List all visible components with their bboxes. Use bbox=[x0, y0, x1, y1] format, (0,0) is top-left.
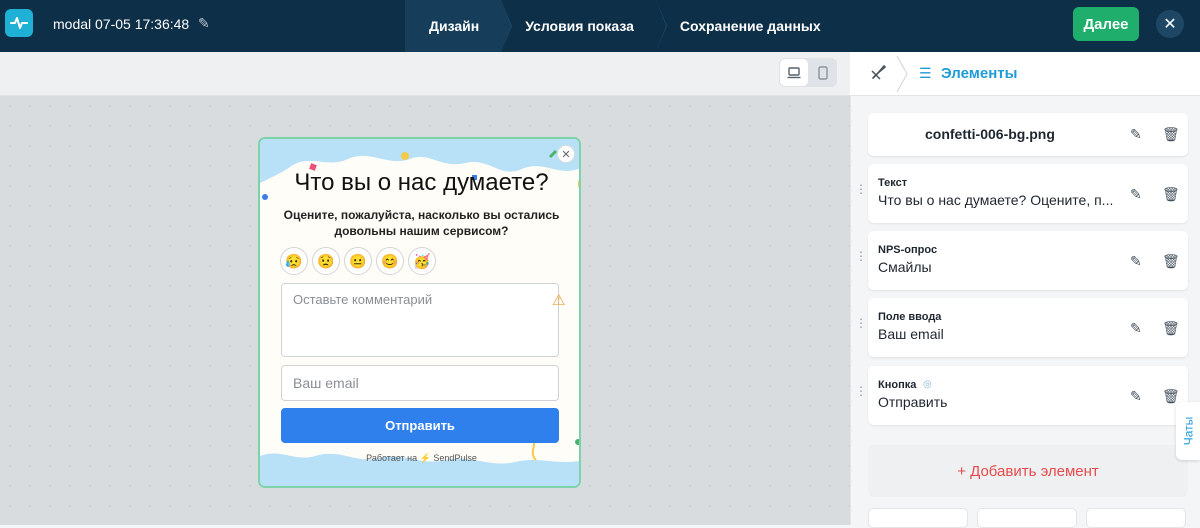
smile-very-sad[interactable]: 😥 bbox=[280, 247, 308, 275]
delete-trash-icon[interactable]: 🗑 bbox=[1162, 186, 1180, 203]
warning-icon: ⚠ bbox=[552, 292, 566, 309]
step-design[interactable]: Дизайн bbox=[405, 0, 512, 52]
nps-smiles: 😥 😟 😐 😊 🥳 bbox=[280, 247, 436, 275]
rename-pencil-icon[interactable]: ✎ bbox=[198, 15, 210, 32]
element-card-button[interactable]: Кнопка ◎ Отправить ✎ 🗑 bbox=[868, 366, 1188, 425]
element-card-background[interactable]: confetti-006-bg.png ✎ 🗑 bbox=[868, 113, 1188, 156]
edit-pencil-icon[interactable]: ✎ bbox=[1130, 253, 1142, 270]
element-value: Смайлы bbox=[878, 259, 932, 275]
element-type-grid bbox=[868, 508, 1188, 528]
comment-textarea[interactable]: Оставьте комментарий bbox=[281, 283, 559, 357]
document-title: modal 07-05 17:36:48 bbox=[53, 16, 190, 32]
design-brush-icon[interactable] bbox=[870, 63, 890, 83]
app-logo[interactable] bbox=[5, 9, 33, 37]
element-value: Что вы о нас думаете? Оцените, п... bbox=[878, 192, 1114, 208]
element-value: confetti-006-bg.png bbox=[925, 126, 1055, 142]
element-type: Поле ввода bbox=[878, 311, 942, 323]
add-element-button[interactable]: + Добавить элемент bbox=[868, 445, 1188, 497]
edit-pencil-icon[interactable]: ✎ bbox=[1130, 186, 1142, 203]
element-type-tile[interactable] bbox=[1086, 508, 1186, 528]
element-card-input[interactable]: Поле ввода Ваш email ✎ 🗑 bbox=[868, 298, 1188, 357]
mobile-view-icon[interactable] bbox=[809, 59, 836, 86]
chats-label: Чаты bbox=[1181, 416, 1195, 446]
wizard-steps: Дизайн Условия показа Сохранение данных bbox=[405, 0, 853, 52]
popup-preview[interactable]: ✕ Что вы о нас думаете? Оцените, пожалуй… bbox=[258, 137, 581, 488]
next-button[interactable]: Далее bbox=[1073, 7, 1139, 41]
delete-trash-icon[interactable]: 🗑 bbox=[1162, 320, 1180, 337]
popup-close-icon[interactable]: ✕ bbox=[557, 145, 575, 163]
drag-handle-icon[interactable]: ⋮⋮ bbox=[855, 183, 878, 200]
element-type: Текст bbox=[878, 177, 908, 189]
element-value: Ваш email bbox=[878, 326, 944, 342]
top-bar: modal 07-05 17:36:48 ✎ Дизайн Условия по… bbox=[0, 0, 1200, 52]
smile-happy[interactable]: 😊 bbox=[376, 247, 404, 275]
drag-handle-icon[interactable]: ⋮⋮ bbox=[855, 250, 878, 267]
element-card-text[interactable]: Текст Что вы о нас думаете? Оцените, п..… bbox=[868, 164, 1188, 223]
close-icon[interactable]: ✕ bbox=[1156, 10, 1184, 38]
canvas-toolbar bbox=[0, 52, 850, 96]
submit-button[interactable]: Отправить bbox=[281, 408, 559, 443]
delete-trash-icon[interactable]: 🗑 bbox=[1162, 253, 1180, 270]
desktop-view-icon[interactable] bbox=[780, 59, 808, 86]
smile-party[interactable]: 🥳 bbox=[408, 247, 436, 275]
smile-sad[interactable]: 😟 bbox=[312, 247, 340, 275]
popup-subtitle: Оцените, пожалуйста, насколько вы остали… bbox=[283, 208, 560, 238]
element-value: Отправить bbox=[878, 394, 948, 410]
drag-handle-icon[interactable]: ⋮⋮ bbox=[855, 385, 878, 402]
smile-neutral[interactable]: 😐 bbox=[344, 247, 372, 275]
element-type-tile[interactable] bbox=[977, 508, 1077, 528]
breadcrumb-separator bbox=[896, 56, 908, 92]
edit-pencil-icon[interactable]: ✎ bbox=[1130, 388, 1142, 405]
delete-trash-icon[interactable]: 🗑 bbox=[1162, 126, 1180, 143]
element-type: Кнопка bbox=[878, 379, 917, 391]
element-card-nps[interactable]: NPS-опрос Смайлы ✎ 🗑 bbox=[868, 231, 1188, 290]
element-type: NPS-опрос bbox=[878, 244, 938, 256]
edit-pencil-icon[interactable]: ✎ bbox=[1130, 320, 1142, 337]
step-data-saving[interactable]: Сохранение данных bbox=[655, 0, 853, 52]
elements-list-icon: ☰ bbox=[919, 65, 932, 81]
pulse-icon bbox=[10, 17, 28, 29]
step-display-conditions[interactable]: Условия показа bbox=[501, 0, 666, 52]
edit-pencil-icon[interactable]: ✎ bbox=[1130, 126, 1142, 143]
tab-elements[interactable]: Элементы bbox=[941, 65, 1017, 82]
element-type-tile[interactable] bbox=[868, 508, 968, 528]
drag-handle-icon[interactable]: ⋮⋮ bbox=[855, 317, 878, 334]
popup-title: Что вы о нас думаете? bbox=[294, 169, 549, 196]
chats-tab[interactable]: Чаты bbox=[1176, 402, 1200, 460]
powered-by-label: Работает на ⚡ SendPulse bbox=[366, 453, 477, 463]
email-input[interactable]: Ваш email bbox=[281, 365, 559, 401]
info-dot-icon: ◎ bbox=[923, 379, 932, 390]
